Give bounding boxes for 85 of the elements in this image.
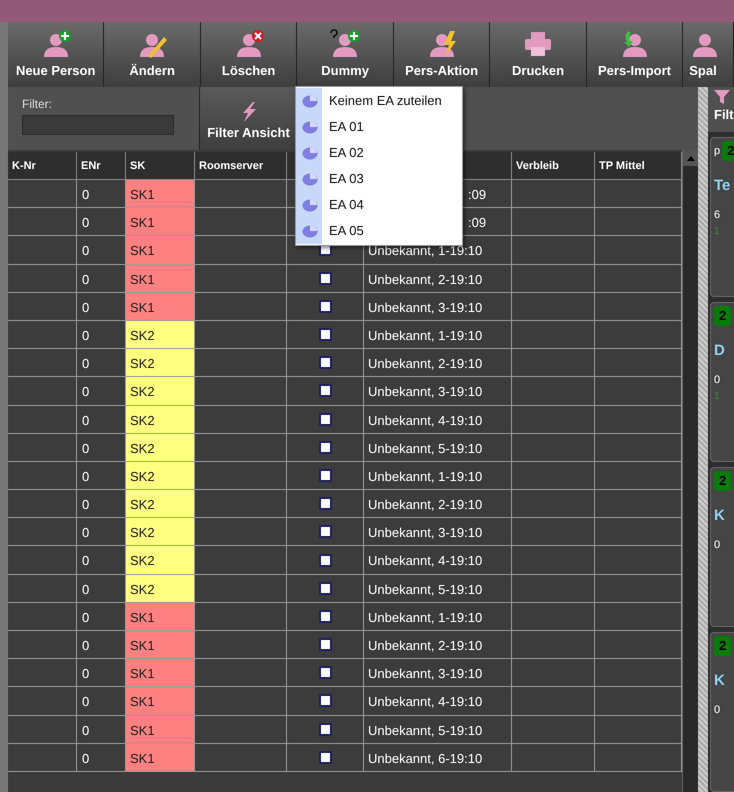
table-cell: SK1 [126,264,195,293]
menu-item[interactable]: Keinem EA zuteilen [296,88,462,114]
card-title: K [714,670,726,690]
filter-label: Filter: [22,96,53,113]
filter-field[interactable] [22,115,174,135]
toolbar-button[interactable]: Ändern [104,22,201,87]
toolbar-button[interactable]: Löschen [200,22,298,87]
checkbox[interactable] [318,582,332,595]
table-cell: SK1 [126,180,195,208]
table-cell: SK2 [126,462,195,490]
checkbox[interactable] [318,610,332,623]
toolbar-button[interactable]: Pers-Import [586,22,684,87]
card[interactable]: p 2 Te 6 1 [710,137,734,297]
pie-icon [302,198,318,212]
toolbar-button[interactable]: Neue Person [8,22,104,87]
card-title: K [714,506,726,526]
card-note: 1 [714,224,721,238]
table-cell: SK2 [126,434,195,462]
card-badge: 2 [722,141,734,160]
table-cell: Unbekannt, 6-19:10 [364,744,512,772]
table-cell: SK1 [126,659,195,688]
toolbar-button[interactable]: Drucken [490,22,587,87]
pie-icon [302,146,318,160]
table-cell: SK2 [126,377,195,406]
checkbox[interactable] [318,468,332,482]
toolbar-button[interactable]: Spal [683,22,734,87]
filter-button[interactable]: Filt [708,87,734,132]
card-badge: 2 [714,306,732,326]
toolbar-button[interactable]: Pers-Aktion [394,22,490,87]
card-title: Te [714,176,732,196]
card-note: 1 [714,390,721,404]
pie-icon [302,94,318,108]
table-cell: SK2 [126,574,195,603]
card[interactable]: 2 K 0 [710,467,734,627]
table-cell: SK1 [126,716,195,744]
card-badge: 2 [714,636,732,656]
checkbox[interactable] [318,412,332,426]
checkbox[interactable] [318,554,332,567]
checkbox[interactable] [318,328,332,342]
table-cell: SK1 [126,236,195,265]
menu-item[interactable]: EA 04 [296,192,462,218]
checkbox[interactable] [318,356,332,370]
card-value: 0 [714,538,722,553]
card-value: 6 [714,208,722,223]
card-value: 0 [714,373,722,388]
card-badge: 2 [714,471,732,490]
menu-item[interactable]: EA 01 [296,114,462,140]
checkbox[interactable] [318,384,332,398]
table-cell: SK1 [126,687,195,716]
table-cell: SK2 [126,546,195,575]
table-cell [8,744,77,772]
pie-icon [302,120,318,134]
table-cell: SK1 [126,631,195,660]
table-cell: SK2 [126,518,195,546]
card-prefix: p [714,144,720,158]
table-cell: SK2 [126,320,195,350]
checkbox[interactable] [318,497,332,510]
table-cell: SK1 [126,292,195,321]
card-title: D [714,340,726,360]
checkbox[interactable] [318,638,332,652]
table-cell: SK2 [126,490,195,518]
checkbox[interactable] [318,694,332,708]
menu-item[interactable]: EA 03 [296,166,462,192]
checkbox[interactable] [318,300,332,313]
table-cell: SK1 [126,744,195,772]
card[interactable]: 2 D 0 1 [710,302,734,462]
checkbox[interactable] [318,272,332,285]
table-cell: SK1 [126,208,195,236]
checkbox[interactable] [318,525,332,538]
person-question-icon [329,28,362,59]
card[interactable]: 2 K 0 [710,632,734,792]
checkbox[interactable] [318,722,332,736]
toolbar-button[interactable]: Dummy [297,22,394,87]
filter-view-button[interactable]: Filter Ansicht [200,87,297,150]
table-cell: SK2 [126,406,195,434]
checkbox[interactable] [318,750,332,764]
pie-icon [302,224,318,238]
card-value: 0 [714,703,722,718]
checkbox[interactable] [318,666,332,680]
table-cell: SK2 [126,349,195,378]
menu-item[interactable]: EA 05 [296,218,462,244]
pie-icon [302,172,318,186]
table-cell: SK1 [126,602,195,631]
menu-item[interactable]: EA 02 [296,140,462,166]
checkbox[interactable] [318,440,332,454]
